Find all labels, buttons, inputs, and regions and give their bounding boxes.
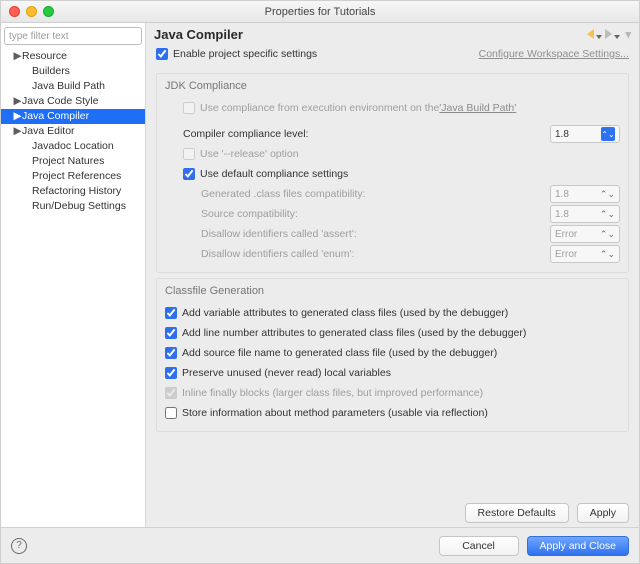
menu-button[interactable]: ▾ (625, 28, 631, 41)
enable-project-specific-checkbox[interactable] (156, 48, 168, 60)
help-icon[interactable]: ? (11, 538, 27, 554)
chevron-updown-icon: ⌃⌄ (600, 249, 615, 260)
enable-project-specific-label: Enable project specific settings (173, 48, 317, 60)
tree-item-java-compiler[interactable]: ▶Java Compiler (1, 109, 145, 124)
disclosure-triangle-icon: ▶ (13, 94, 22, 109)
apply-and-close-button[interactable]: Apply and Close (527, 536, 629, 556)
chevron-updown-icon: ⌃⌄ (600, 229, 615, 240)
chevron-updown-icon: ⌃⌄ (600, 189, 615, 200)
compliance-level-label: Compiler compliance level: (183, 128, 308, 140)
minimize-icon[interactable] (26, 6, 37, 17)
sidebar: type filter text ▶ResourceBuildersJava B… (1, 23, 146, 527)
tree-item-refactoring-history[interactable]: Refactoring History (1, 184, 145, 199)
tree-item-java-editor[interactable]: ▶Java Editor (1, 124, 145, 139)
src-compat-select: 1.8⌃⌄ (550, 205, 620, 223)
close-icon[interactable] (9, 6, 20, 17)
filter-input[interactable]: type filter text (4, 27, 142, 45)
use-exec-env-checkbox (183, 102, 195, 114)
tree-item-run-debug-settings[interactable]: Run/Debug Settings (1, 199, 145, 214)
release-option-checkbox (183, 148, 195, 160)
window-controls (9, 6, 54, 17)
use-default-compliance-checkbox[interactable] (183, 168, 195, 180)
disclosure-triangle-icon: ▶ (13, 124, 22, 139)
dialog-footer: ? Cancel Apply and Close (1, 527, 639, 563)
tree-item-java-code-style[interactable]: ▶Java Code Style (1, 94, 145, 109)
inline-finally-checkbox (165, 387, 177, 399)
arrow-left-icon (587, 29, 594, 39)
properties-dialog: Properties for Tutorials type filter tex… (0, 0, 640, 564)
add-source-file-checkbox[interactable] (165, 347, 177, 359)
classfile-title: Classfile Generation (165, 285, 620, 297)
filter-placeholder: type filter text (9, 31, 68, 42)
store-method-params-checkbox[interactable] (165, 407, 177, 419)
add-variable-attrs-checkbox[interactable] (165, 307, 177, 319)
classfile-generation-group: Classfile Generation Add variable attrib… (156, 278, 629, 432)
apply-button[interactable]: Apply (577, 503, 629, 523)
window-title: Properties for Tutorials (265, 6, 376, 18)
restore-defaults-button[interactable]: Restore Defaults (465, 503, 569, 523)
compliance-level-select[interactable]: 1.8 ⌃⌄ (550, 125, 620, 143)
add-line-number-checkbox[interactable] (165, 327, 177, 339)
preserve-unused-checkbox[interactable] (165, 367, 177, 379)
configure-workspace-link[interactable]: Configure Workspace Settings... (479, 48, 629, 60)
page-title: Java Compiler (154, 27, 243, 42)
titlebar[interactable]: Properties for Tutorials (1, 1, 639, 23)
main-panel: Java Compiler ▾ Enable project specific … (146, 23, 639, 527)
tree-item-resource[interactable]: ▶Resource (1, 49, 145, 64)
disclosure-triangle-icon: ▶ (13, 49, 22, 64)
category-tree[interactable]: ▶ResourceBuildersJava Build Path▶Java Co… (1, 47, 145, 527)
tree-item-javadoc-location[interactable]: Javadoc Location (1, 139, 145, 154)
tree-item-project-references[interactable]: Project References (1, 169, 145, 184)
disallow-assert-select: Error⌃⌄ (550, 225, 620, 243)
tree-item-builders[interactable]: Builders (1, 64, 145, 79)
zoom-icon[interactable] (43, 6, 54, 17)
arrow-right-icon (605, 29, 612, 39)
disallow-enum-select: Error⌃⌄ (550, 245, 620, 263)
gen-compat-select: 1.8⌃⌄ (550, 185, 620, 203)
jdk-compliance-group: JDK Compliance Use compliance from execu… (156, 73, 629, 273)
nav-back-button[interactable] (585, 27, 603, 42)
tree-item-java-build-path[interactable]: Java Build Path (1, 79, 145, 94)
tree-item-project-natures[interactable]: Project Natures (1, 154, 145, 169)
chevron-updown-icon: ⌃⌄ (600, 209, 615, 220)
disclosure-triangle-icon: ▶ (13, 109, 22, 124)
nav-forward-button[interactable] (603, 27, 621, 42)
chevron-updown-icon: ⌃⌄ (601, 127, 615, 141)
cancel-button[interactable]: Cancel (439, 536, 519, 556)
jdk-compliance-title: JDK Compliance (165, 80, 620, 92)
java-build-path-link: 'Java Build Path' (439, 102, 516, 114)
use-default-compliance-label: Use default compliance settings (200, 168, 348, 180)
